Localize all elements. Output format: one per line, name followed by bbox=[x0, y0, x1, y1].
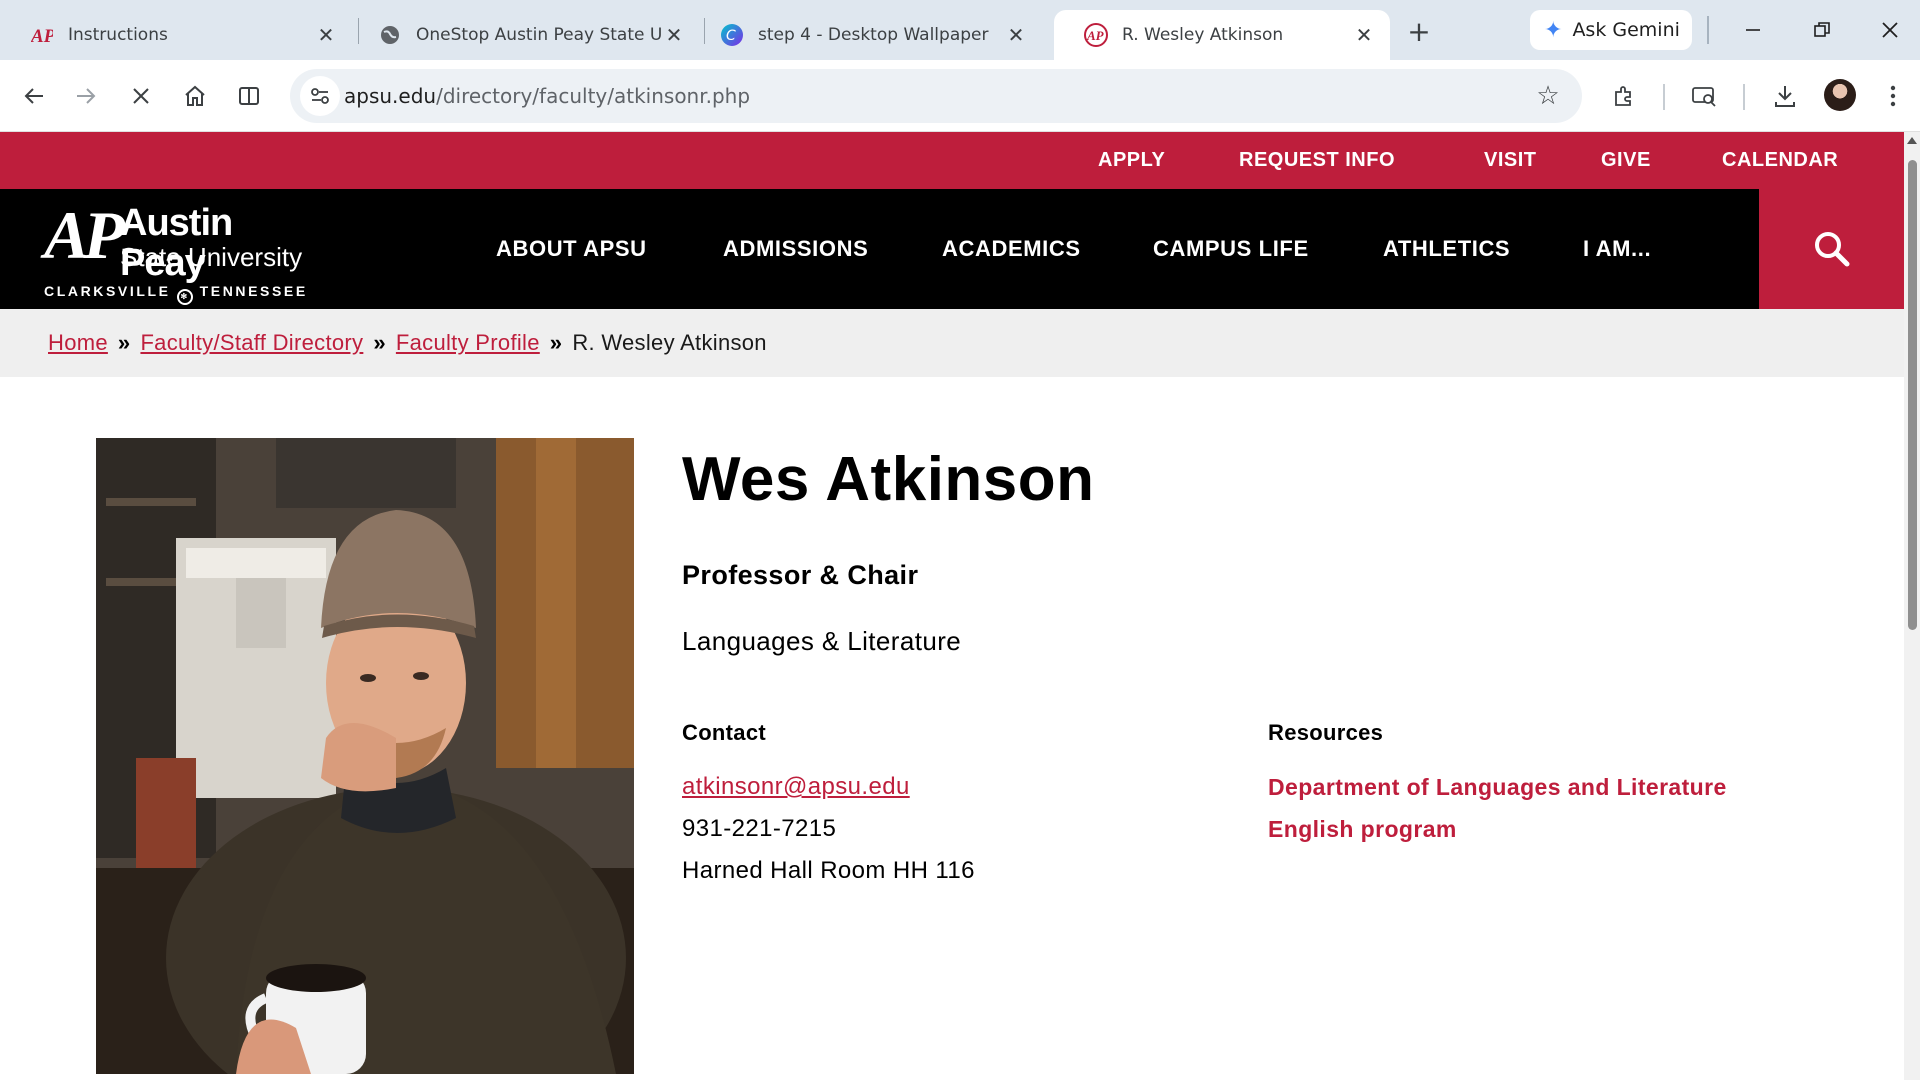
tab-title: step 4 - Desktop Wallpaper bbox=[758, 25, 989, 45]
logo-state: TENNESSEE bbox=[199, 283, 308, 299]
restore-icon[interactable] bbox=[1802, 12, 1842, 48]
logo-city: CLARKSVILLE bbox=[44, 283, 171, 299]
close-icon[interactable]: ✕ bbox=[662, 23, 686, 47]
breadcrumb-current: R. Wesley Atkinson bbox=[572, 330, 767, 355]
web-page: APPLY REQUEST INFO VISIT GIVE CALENDAR A… bbox=[0, 132, 1904, 1080]
utility-link-visit[interactable]: VISIT bbox=[1484, 132, 1537, 189]
split-view-icon[interactable] bbox=[229, 76, 269, 116]
contact-heading: Contact bbox=[682, 720, 766, 745]
svg-text:AP: AP bbox=[31, 26, 53, 46]
close-icon[interactable]: ✕ bbox=[1004, 23, 1028, 47]
window-divider bbox=[1707, 16, 1709, 44]
download-icon[interactable] bbox=[1765, 76, 1805, 116]
profile-photo bbox=[96, 438, 634, 1074]
tab-title: Instructions bbox=[68, 25, 168, 45]
apsu-logo[interactable]: AP Austin Peay State University CLARKSVI… bbox=[44, 197, 319, 305]
logo-line-3: CLARKSVILLE ✻ TENNESSEE bbox=[44, 283, 308, 305]
utility-nav: APPLY REQUEST INFO VISIT GIVE CALENDAR bbox=[0, 132, 1904, 189]
close-window-icon[interactable] bbox=[1870, 12, 1910, 48]
apsu-logo-icon: AP bbox=[30, 23, 54, 47]
breadcrumb-separator: » bbox=[117, 330, 131, 355]
browser-tab-strip: AP Instructions ✕ OneStop Austin Peay St… bbox=[0, 0, 1920, 60]
utility-link-request-info[interactable]: REQUEST INFO bbox=[1239, 132, 1395, 189]
breadcrumb-home[interactable]: Home bbox=[48, 330, 108, 355]
stop-loading-icon[interactable] bbox=[121, 76, 161, 116]
ask-gemini-button[interactable]: ✦ Ask Gemini bbox=[1530, 10, 1692, 50]
browser-tab-active[interactable]: AP R. Wesley Atkinson ✕ bbox=[1054, 10, 1390, 60]
url-text: apsu.edu/directory/faculty/atkinsonr.php bbox=[344, 69, 750, 123]
nav-about-apsu[interactable]: ABOUT APSU bbox=[496, 189, 647, 309]
email-link[interactable]: atkinsonr@apsu.edu bbox=[682, 773, 910, 801]
utility-link-give[interactable]: GIVE bbox=[1601, 132, 1651, 189]
resource-link-department[interactable]: Department of Languages and Literature bbox=[1268, 774, 1727, 801]
address-bar[interactable]: apsu.edu/directory/faculty/atkinsonr.php… bbox=[290, 69, 1582, 123]
browser-tab-wallpaper[interactable]: C step 4 - Desktop Wallpaper ✕ bbox=[690, 10, 1042, 60]
resources-heading: Resources bbox=[1268, 720, 1384, 745]
svg-text:C: C bbox=[726, 28, 736, 44]
new-tab-icon[interactable]: + bbox=[1402, 14, 1436, 48]
nav-athletics[interactable]: ATHLETICS bbox=[1383, 189, 1510, 309]
breadcrumb-separator: » bbox=[373, 330, 386, 355]
nav-campus-life[interactable]: CAMPUS LIFE bbox=[1153, 189, 1309, 309]
browser-toolbar: apsu.edu/directory/faculty/atkinsonr.php… bbox=[0, 60, 1920, 132]
main-nav: AP Austin Peay State University CLARKSVI… bbox=[0, 189, 1904, 309]
nav-admissions[interactable]: ADMISSIONS bbox=[723, 189, 868, 309]
tennessee-stars-icon: ✻ bbox=[177, 289, 194, 305]
svg-text:AP: AP bbox=[1086, 28, 1105, 43]
url-path: /directory/faculty/atkinsonr.php bbox=[436, 84, 751, 108]
close-icon[interactable]: ✕ bbox=[314, 23, 338, 47]
breadcrumb-separator: » bbox=[549, 330, 563, 355]
site-info-icon[interactable] bbox=[300, 76, 340, 116]
logo-line-2: State University bbox=[120, 242, 303, 272]
cast-search-icon[interactable] bbox=[1684, 76, 1724, 116]
search-icon bbox=[1814, 232, 1849, 267]
kebab-menu-icon[interactable] bbox=[1873, 76, 1913, 116]
utility-link-apply[interactable]: APPLY bbox=[1098, 132, 1165, 189]
phone-number: 931-221-7215 bbox=[682, 815, 837, 842]
breadcrumb-directory[interactable]: Faculty/Staff Directory bbox=[140, 330, 363, 355]
browser-tab-instructions[interactable]: AP Instructions ✕ bbox=[0, 10, 352, 60]
profile-avatar[interactable] bbox=[1824, 79, 1856, 111]
site-search-button[interactable] bbox=[1759, 189, 1904, 309]
back-icon[interactable] bbox=[14, 76, 54, 116]
globe-icon bbox=[378, 23, 402, 47]
department: Languages & Literature bbox=[682, 626, 962, 656]
tab-title: R. Wesley Atkinson bbox=[1122, 25, 1284, 45]
toolbar-divider bbox=[1663, 84, 1665, 110]
url-host: apsu.edu bbox=[344, 84, 437, 108]
office-location: Harned Hall Room HH 116 bbox=[682, 857, 975, 884]
ask-gemini-label: Ask Gemini bbox=[1572, 19, 1680, 41]
scroll-up-icon[interactable] bbox=[1907, 137, 1917, 144]
gemini-sparkle-icon: ✦ bbox=[1544, 17, 1563, 43]
bookmark-star-icon[interactable]: ☆ bbox=[1528, 76, 1568, 116]
page-scrollbar[interactable] bbox=[1904, 132, 1920, 1080]
canva-icon: C bbox=[720, 23, 744, 47]
utility-link-calendar[interactable]: CALENDAR bbox=[1722, 132, 1838, 189]
scrollbar-thumb[interactable] bbox=[1908, 160, 1917, 630]
job-title: Professor & Chair bbox=[682, 560, 919, 590]
home-icon[interactable] bbox=[175, 76, 215, 116]
breadcrumb: Home » Faculty/Staff Directory » Faculty Pro… bbox=[0, 309, 1904, 377]
apsu-logo-icon: AP bbox=[1084, 23, 1108, 47]
toolbar-divider bbox=[1743, 84, 1745, 110]
nav-academics[interactable]: ACADEMICS bbox=[942, 189, 1081, 309]
resource-link-english[interactable]: English program bbox=[1268, 816, 1457, 843]
close-icon[interactable]: ✕ bbox=[1352, 23, 1376, 47]
tab-title: OneStop Austin Peay State University bbox=[416, 25, 662, 45]
logo-mark: AP bbox=[44, 197, 125, 273]
page-title: Wes Atkinson bbox=[682, 445, 1095, 514]
extensions-icon[interactable] bbox=[1604, 76, 1644, 116]
forward-icon[interactable] bbox=[66, 76, 106, 116]
browser-tab-onestop[interactable]: OneStop Austin Peay State University ✕ bbox=[348, 10, 700, 60]
breadcrumb-profile[interactable]: Faculty Profile bbox=[396, 330, 540, 355]
nav-i-am[interactable]: I AM... bbox=[1583, 189, 1651, 309]
minimize-icon[interactable] bbox=[1733, 12, 1773, 48]
